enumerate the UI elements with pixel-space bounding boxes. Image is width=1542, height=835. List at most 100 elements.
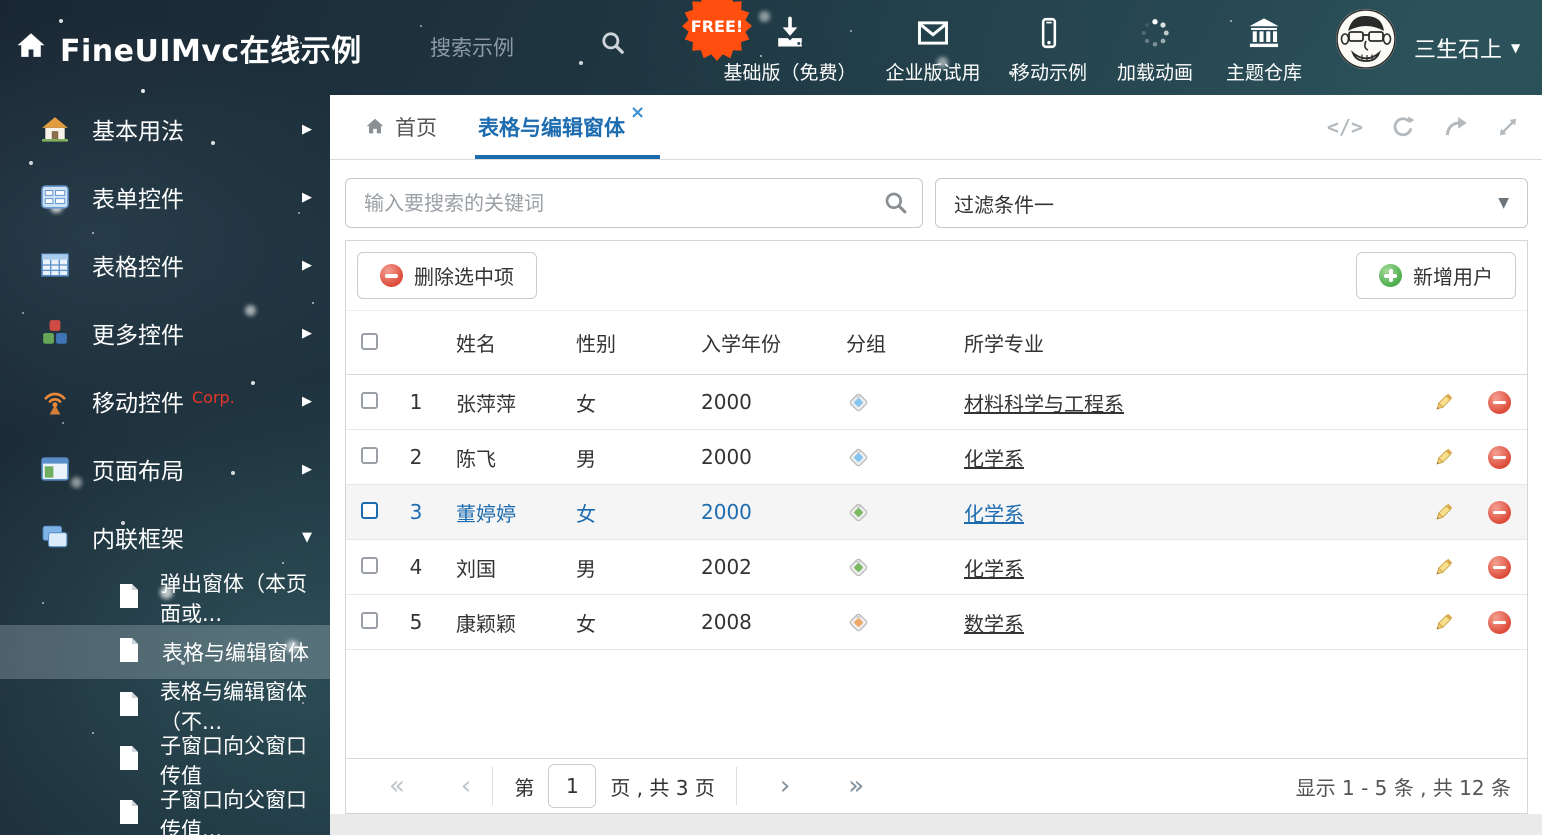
tag-icon xyxy=(846,445,946,469)
edit-pencil-icon[interactable] xyxy=(1432,611,1455,634)
sidebar-item-label: 表单控件 xyxy=(92,187,184,213)
last-page-button[interactable]: » xyxy=(848,771,864,801)
edit-pencil-icon[interactable] xyxy=(1432,446,1455,469)
sidebar-item-mobile-controls[interactable]: 移动控件 Corp. ▶ xyxy=(0,367,330,435)
sidebar-item-grid-controls[interactable]: 表格控件 ▶ xyxy=(0,231,330,299)
table-row: 5 康颖颖 女 2008 数学系 xyxy=(346,595,1527,650)
edit-pencil-icon[interactable] xyxy=(1432,501,1455,524)
column-header-name: 姓名 xyxy=(456,332,496,356)
file-icon xyxy=(118,583,140,613)
delete-row-icon[interactable] xyxy=(1487,390,1511,414)
keyword-search-input[interactable] xyxy=(345,178,923,228)
table-header-row: 姓名 性别 入学年份 分组 所学专业 xyxy=(346,311,1527,375)
sidebar-item-form-controls[interactable]: 表单控件 ▶ xyxy=(0,163,330,231)
pagination-bar: « ‹ 第 页 , 共 3 页 › » 显示 1 - 5 条 , 共 12 条 xyxy=(346,758,1527,813)
major-link[interactable]: 化学系 xyxy=(964,502,1024,526)
house-icon xyxy=(40,115,70,143)
sidebar-item-basic-usage[interactable]: 基本用法 ▶ xyxy=(0,95,330,163)
major-link[interactable]: 化学系 xyxy=(964,557,1024,581)
cell-gender: 女 xyxy=(576,501,596,526)
home-icon[interactable] xyxy=(14,29,48,67)
grid-toolbar: 删除选中项 新增用户 xyxy=(346,241,1527,311)
cell-gender: 女 xyxy=(576,391,596,416)
prev-page-button[interactable]: ‹ xyxy=(461,771,471,801)
chevron-right-icon: ▶ xyxy=(302,325,312,341)
cell-name: 刘国 xyxy=(456,556,496,581)
view-source-icon[interactable]: </> xyxy=(1327,115,1363,139)
nav-item-label: 基础版（免费） xyxy=(723,62,857,84)
sidebar-subitem-child-to-parent[interactable]: 子窗口向父窗口传值 xyxy=(0,733,330,788)
edit-pencil-icon[interactable] xyxy=(1432,391,1455,414)
select-all-checkbox[interactable] xyxy=(361,332,378,350)
search-icon[interactable] xyxy=(600,30,626,60)
sidebar-item-page-layout[interactable]: 页面布局 ▶ xyxy=(0,435,330,503)
chevron-right-icon: ▶ xyxy=(302,393,312,409)
delete-row-icon[interactable] xyxy=(1487,555,1511,579)
delete-row-icon[interactable] xyxy=(1487,610,1511,634)
tab-grid-edit-window[interactable]: 表格与编辑窗体 xyxy=(478,95,625,159)
cell-name: 康颖颖 xyxy=(456,611,516,636)
add-user-button[interactable]: 新增用户 xyxy=(1356,252,1516,299)
sidebar-subitem-grid-edit-window[interactable]: 表格与编辑窗体 xyxy=(0,625,330,679)
close-icon[interactable]: × xyxy=(630,104,645,122)
delete-row-icon[interactable] xyxy=(1487,445,1511,469)
major-link[interactable]: 化学系 xyxy=(964,447,1024,471)
row-number: 4 xyxy=(409,555,423,579)
delete-row-icon[interactable] xyxy=(1487,500,1511,524)
page-number-input[interactable] xyxy=(548,764,597,808)
edit-pencil-icon[interactable] xyxy=(1432,556,1455,579)
tab-active-label: 表格与编辑窗体 xyxy=(478,116,625,140)
frames-icon xyxy=(40,523,70,551)
sidebar-subitem-popup-window[interactable]: 弹出窗体（本页面或... xyxy=(0,571,330,626)
row-checkbox[interactable] xyxy=(361,612,378,629)
sidebar-item-label: 移动控件 xyxy=(92,391,184,417)
major-link[interactable]: 材料科学与工程系 xyxy=(964,392,1124,416)
delete-selected-button[interactable]: 删除选中项 xyxy=(357,252,537,299)
sidebar-item-label: 页面布局 xyxy=(92,459,184,485)
sidebar-subitem-grid-edit-window-no[interactable]: 表格与编辑窗体（不... xyxy=(0,679,330,734)
row-checkbox[interactable] xyxy=(361,392,378,409)
sidebar-item-more-controls[interactable]: 更多控件 ▶ xyxy=(0,299,330,367)
sidebar-item-label: 内联框架 xyxy=(92,527,184,553)
antenna-icon xyxy=(40,387,70,415)
refresh-icon[interactable] xyxy=(1390,114,1416,140)
chevron-down-icon: ▼ xyxy=(1511,41,1521,55)
tab-home[interactable]: 首页 xyxy=(364,95,437,159)
expand-icon[interactable] xyxy=(1496,115,1520,139)
sidebar-subitem-label: 表格与编辑窗体 xyxy=(162,641,309,665)
layout-icon xyxy=(40,455,70,483)
search-icon[interactable] xyxy=(883,190,909,220)
chevron-right-icon: ▶ xyxy=(302,121,312,137)
row-checkbox[interactable] xyxy=(361,502,378,519)
active-tab-underline xyxy=(475,155,660,159)
cell-year: 2000 xyxy=(701,445,752,469)
next-page-button[interactable]: › xyxy=(780,771,790,801)
row-checkbox[interactable] xyxy=(361,557,378,574)
main-content: 首页 表格与编辑窗体 × </> 过滤条件一 xyxy=(330,95,1542,835)
first-page-button[interactable]: « xyxy=(389,771,405,801)
nav-item-basic-edition[interactable]: 基础版（免费） xyxy=(715,12,865,85)
column-header-gender: 性别 xyxy=(576,332,616,356)
filter-condition-select[interactable]: 过滤条件一 ▼ xyxy=(935,178,1528,228)
sidebar-item-inline-frame[interactable]: 内联框架 ▼ xyxy=(0,503,330,571)
form-icon xyxy=(40,183,70,211)
cell-name: 董婷婷 xyxy=(456,501,516,526)
app-title: FineUIMvc在线示例 xyxy=(60,34,362,69)
tag-icon xyxy=(846,500,946,524)
nav-item-theme-store[interactable]: 主题仓库 xyxy=(1189,12,1339,85)
row-checkbox[interactable] xyxy=(361,447,378,464)
file-icon xyxy=(118,799,140,829)
table-row: 2 陈飞 男 2000 化学系 xyxy=(346,430,1527,485)
grid-panel: 删除选中项 新增用户 姓名 性别 入学年份 分组 所学专业 1 张萍萍 女 20… xyxy=(345,240,1528,814)
column-header-group: 分组 xyxy=(846,332,886,356)
share-icon[interactable] xyxy=(1443,114,1469,140)
sidebar-subitem-child-to-parent-2[interactable]: 子窗口向父窗口传值... xyxy=(0,787,330,835)
chevron-down-icon: ▼ xyxy=(1498,195,1509,211)
user-avatar[interactable] xyxy=(1336,9,1396,69)
user-menu[interactable]: 三生石上 ▼ xyxy=(1414,32,1520,64)
header-search-input[interactable]: 搜索示例 xyxy=(430,32,514,62)
cell-year: 2000 xyxy=(701,390,752,414)
major-link[interactable]: 数学系 xyxy=(964,612,1024,636)
user-name-label: 三生石上 xyxy=(1414,38,1503,63)
row-number: 3 xyxy=(409,500,423,524)
